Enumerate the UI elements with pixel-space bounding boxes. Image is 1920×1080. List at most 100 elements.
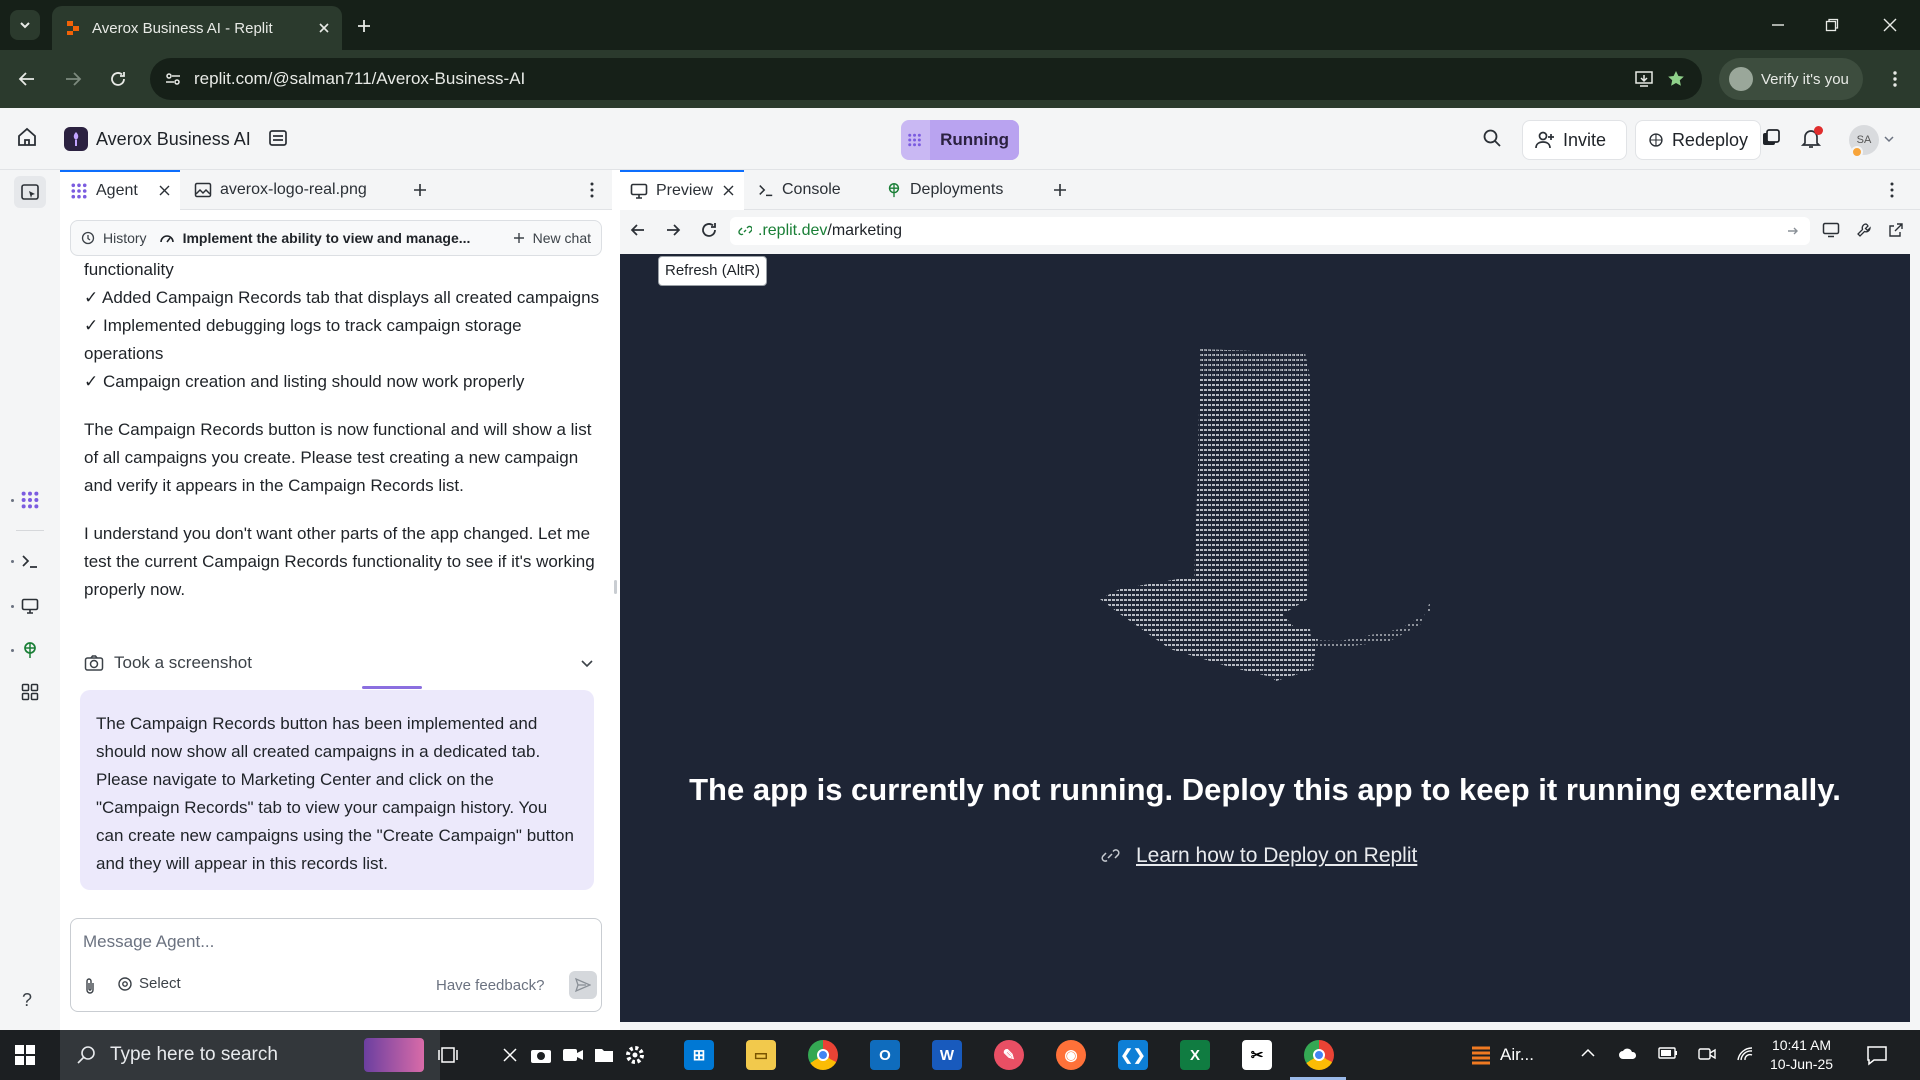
rail-console-button[interactable]: [16, 547, 44, 575]
capcut-icon[interactable]: ✂: [1242, 1040, 1272, 1070]
rail-agent-button[interactable]: [16, 486, 44, 514]
search-button[interactable]: [1482, 128, 1502, 148]
devtools-button[interactable]: [1856, 222, 1872, 238]
copy-link-button[interactable]: [1760, 127, 1782, 149]
taskbar-search[interactable]: Type here to search: [60, 1030, 440, 1080]
chat-title[interactable]: Implement the ability to view and manage…: [183, 230, 505, 246]
browser-menu-button[interactable]: [1880, 64, 1910, 94]
system-clock[interactable]: 10:41 AM 10-Jun-25: [1770, 1036, 1833, 1074]
tab-console[interactable]: Console: [748, 170, 858, 210]
agent-icon: [71, 182, 87, 199]
close-icon[interactable]: [159, 185, 170, 196]
gear-icon[interactable]: [624, 1044, 646, 1066]
rail-deployments-button[interactable]: [16, 636, 44, 664]
battery-button[interactable]: [1658, 1046, 1678, 1060]
folder-icon[interactable]: [594, 1045, 614, 1065]
vscode-icon[interactable]: ❮❯: [1118, 1040, 1148, 1070]
preview-back-button[interactable]: [630, 222, 646, 238]
feedback-link[interactable]: Have feedback?: [436, 977, 544, 994]
file-explorer-icon[interactable]: ▭: [746, 1040, 776, 1070]
arrow-right-icon[interactable]: [1786, 224, 1800, 238]
start-button[interactable]: [14, 1044, 36, 1066]
project-name[interactable]: Averox Business AI: [96, 129, 251, 150]
open-new-tab-button[interactable]: [1888, 222, 1904, 238]
add-tab-button[interactable]: [1052, 182, 1068, 198]
run-status-button[interactable]: Running: [901, 120, 1019, 160]
tab-deployments[interactable]: Deployments: [876, 170, 1036, 210]
minimize-button[interactable]: [1758, 10, 1798, 40]
invite-button[interactable]: Invite: [1522, 120, 1627, 160]
tab-list-button[interactable]: [10, 10, 40, 40]
screenshot-action-row[interactable]: Took a screenshot: [84, 648, 594, 678]
store-icon[interactable]: ⊞: [684, 1040, 714, 1070]
rail-apps-button[interactable]: [16, 678, 44, 706]
terminal-icon: [759, 185, 773, 197]
task-view-icon: [438, 1047, 458, 1063]
outlook-icon[interactable]: O: [870, 1040, 900, 1070]
pane-menu-button[interactable]: [1890, 182, 1894, 198]
send-button[interactable]: [569, 971, 597, 999]
device-view-button[interactable]: [1822, 222, 1840, 238]
rail-preview-button[interactable]: [16, 592, 44, 620]
camera-icon[interactable]: [530, 1045, 552, 1065]
onedrive-button[interactable]: [1618, 1046, 1638, 1060]
close-window-button[interactable]: [1870, 10, 1910, 40]
bookmark-star-icon[interactable]: [1666, 69, 1686, 89]
back-button[interactable]: [12, 64, 42, 94]
verify-profile-button[interactable]: Verify it's you: [1719, 58, 1863, 100]
reload-button[interactable]: [103, 64, 133, 94]
paint-icon[interactable]: ✎: [994, 1040, 1024, 1070]
video-camera-icon[interactable]: [562, 1046, 584, 1064]
new-chat-button[interactable]: New chat: [533, 230, 591, 246]
task-view-button[interactable]: [434, 1040, 464, 1070]
install-app-icon[interactable]: [1634, 69, 1654, 89]
tray-overflow-button[interactable]: [1580, 1046, 1596, 1060]
meet-button[interactable]: [1698, 1046, 1716, 1062]
address-bar[interactable]: replit.com/@salman711/Averox-Business-AI: [150, 58, 1702, 100]
preview-viewport: Refresh (AltR) The app is currently not …: [620, 254, 1910, 1022]
learn-deploy-link[interactable]: Learn how to Deploy on Replit: [1136, 844, 1417, 868]
tab-image-file[interactable]: averox-logo-real.png: [184, 170, 394, 210]
address-url[interactable]: replit.com/@salman711/Averox-Business-AI: [194, 69, 1622, 89]
redeploy-button[interactable]: Redeploy: [1635, 120, 1761, 160]
browser-tab[interactable]: Averox Business AI - Replit: [52, 6, 342, 50]
chevron-down-icon[interactable]: [580, 656, 594, 670]
home-button[interactable]: [16, 126, 38, 148]
snipping-tool-icon[interactable]: [500, 1045, 520, 1065]
close-icon[interactable]: [318, 22, 330, 34]
monitor-icon: [630, 183, 648, 199]
message-input[interactable]: [83, 929, 583, 955]
pane-resize-handle[interactable]: [614, 580, 617, 594]
add-tab-button[interactable]: [412, 182, 428, 198]
project-menu-button[interactable]: [268, 128, 288, 148]
excel-icon[interactable]: X: [1180, 1040, 1210, 1070]
preview-forward-button[interactable]: [665, 222, 681, 238]
plus-icon: [358, 20, 370, 32]
firefox-icon[interactable]: ◉: [1056, 1040, 1086, 1070]
history-button[interactable]: History: [103, 230, 147, 246]
pane-menu-button[interactable]: [590, 182, 594, 198]
word-icon[interactable]: W: [932, 1040, 962, 1070]
chrome-icon[interactable]: [808, 1040, 838, 1070]
site-settings-icon[interactable]: [164, 70, 182, 88]
sidebar-toggle-icon: [21, 184, 39, 200]
restore-button[interactable]: [1812, 10, 1852, 40]
new-tab-button[interactable]: [350, 12, 378, 40]
help-button[interactable]: ?: [22, 990, 32, 1011]
preview-refresh-button[interactable]: [700, 221, 718, 239]
notification-center-button[interactable]: [1866, 1044, 1888, 1066]
close-icon[interactable]: [723, 185, 734, 196]
user-menu-button[interactable]: [1884, 134, 1894, 144]
network-button[interactable]: [1736, 1046, 1754, 1062]
select-button[interactable]: Select: [117, 975, 181, 992]
project-logo-icon[interactable]: [64, 127, 88, 151]
wrench-icon: [1857, 223, 1871, 237]
tab-agent[interactable]: Agent: [60, 170, 180, 210]
weather-widget[interactable]: Air...: [1470, 1042, 1534, 1068]
tab-preview[interactable]: Preview: [620, 170, 744, 210]
preview-url-field[interactable]: .replit.dev/marketing: [730, 217, 1810, 245]
file-tree-button[interactable]: [14, 176, 46, 208]
chrome-active-icon[interactable]: [1304, 1040, 1334, 1070]
forward-button[interactable]: [58, 64, 88, 94]
attach-button[interactable]: [83, 977, 97, 995]
